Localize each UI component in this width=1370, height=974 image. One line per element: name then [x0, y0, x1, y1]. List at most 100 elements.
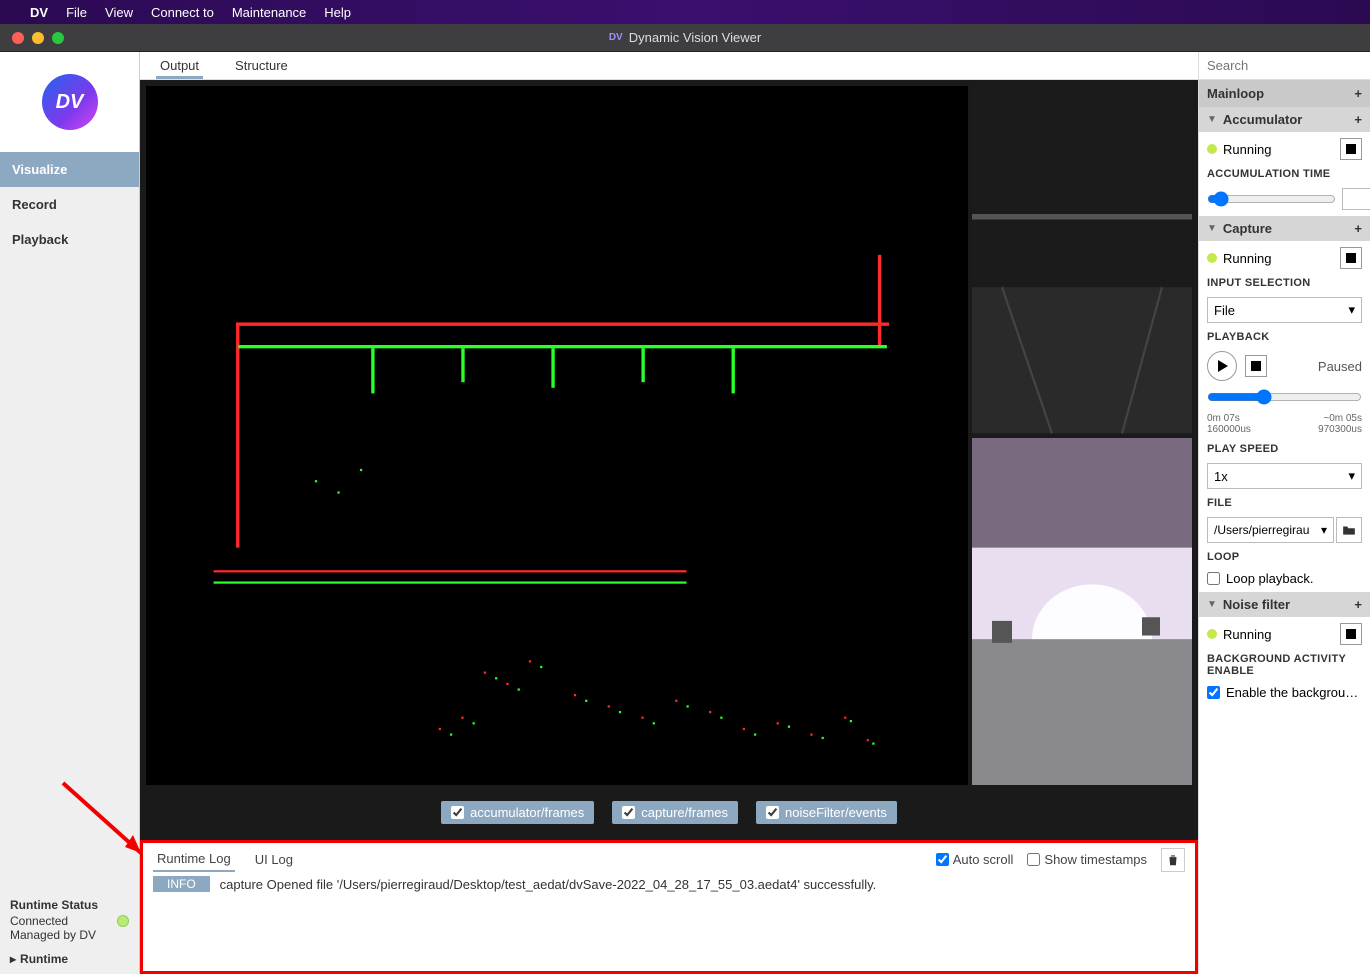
playback-slider[interactable]: [1207, 389, 1362, 405]
main-canvas-accumulator[interactable]: [146, 86, 968, 785]
running-dot-icon: [1207, 629, 1217, 639]
menu-file[interactable]: File: [66, 5, 87, 20]
menu-dv[interactable]: DV: [30, 5, 48, 20]
bg-activity-label: BACKGROUND ACTIVITY ENABLE: [1207, 653, 1362, 677]
menu-help[interactable]: Help: [324, 5, 351, 20]
minimize-window-button[interactable]: [32, 32, 44, 44]
stop-accumulator-button[interactable]: [1340, 138, 1362, 160]
window-title-text: Dynamic Vision Viewer: [629, 30, 761, 45]
window-title: DV Dynamic Vision Viewer: [609, 30, 761, 45]
dv-logo: DV: [42, 74, 98, 130]
menu-connect[interactable]: Connect to: [151, 5, 214, 20]
stop-icon: [1346, 144, 1356, 154]
show-timestamps-label: Show timestamps: [1044, 852, 1147, 867]
dropdown-value: /Users/pierregirau: [1214, 523, 1309, 537]
panel-header-noise[interactable]: ▼ Noise filter +: [1199, 592, 1370, 617]
panel-header-capture[interactable]: ▼ Capture +: [1199, 216, 1370, 241]
play-button[interactable]: [1207, 351, 1237, 381]
file-path-dropdown[interactable]: /Users/pierregirau ▾: [1207, 517, 1334, 543]
left-sidebar: DV Visualize Record Playback Runtime Sta…: [0, 52, 140, 974]
stop-icon: [1346, 629, 1356, 639]
log-message: capture Opened file '/Users/pierregiraud…: [220, 877, 877, 892]
panel-header-mainloop[interactable]: Mainloop +: [1199, 80, 1370, 107]
stream-chip-accumulator[interactable]: accumulator/frames: [441, 801, 594, 824]
loop-playback-toggle[interactable]: Loop playback.: [1207, 571, 1362, 586]
stop-playback-button[interactable]: [1245, 355, 1267, 377]
panel-title: Capture: [1223, 221, 1272, 236]
runtime-toggle[interactable]: ▸ Runtime: [10, 952, 129, 966]
tab-output[interactable]: Output: [156, 52, 203, 79]
clear-log-button[interactable]: [1161, 848, 1185, 872]
running-dot-icon: [1207, 253, 1217, 263]
stream-chip-noise[interactable]: noiseFilter/events: [756, 801, 897, 824]
play-speed-label: PLAY SPEED: [1207, 443, 1362, 455]
playback-label: PLAYBACK: [1207, 331, 1362, 343]
stream-checkbox[interactable]: [451, 806, 464, 819]
search-box: [1199, 52, 1370, 80]
chevron-right-icon: ▸: [10, 952, 16, 966]
menu-maintenance[interactable]: Maintenance: [232, 5, 306, 20]
folder-icon: [1342, 524, 1356, 536]
sidebar-item-visualize[interactable]: Visualize: [0, 152, 139, 187]
stop-noise-button[interactable]: [1340, 623, 1362, 645]
macos-menubar: DV File View Connect to Maintenance Help: [0, 0, 1370, 24]
status-text: Running: [1223, 627, 1271, 642]
panel-title: Noise filter: [1223, 597, 1290, 612]
show-timestamps-toggle[interactable]: Show timestamps: [1027, 852, 1147, 867]
plus-icon[interactable]: +: [1354, 86, 1362, 101]
bg-activity-text: Enable the backgroun…: [1226, 685, 1362, 700]
tab-structure[interactable]: Structure: [231, 52, 292, 79]
loop-text: Loop playback.: [1226, 571, 1313, 586]
search-input[interactable]: [1199, 52, 1370, 79]
stream-chip-label: accumulator/frames: [470, 805, 584, 820]
plus-icon[interactable]: +: [1354, 597, 1362, 612]
runtime-status-title: Runtime Status: [10, 898, 129, 912]
sidebar-item-record[interactable]: Record: [0, 187, 139, 222]
log-panel: Runtime Log UI Log Auto scroll Show time…: [140, 840, 1198, 974]
sidebar-item-playback[interactable]: Playback: [0, 222, 139, 257]
chevron-down-icon: ▾: [1348, 302, 1355, 318]
plus-icon[interactable]: +: [1354, 112, 1362, 127]
stream-chip-capture[interactable]: capture/frames: [612, 801, 738, 824]
close-window-button[interactable]: [12, 32, 24, 44]
rgb-preview: [972, 438, 1192, 786]
input-selection-dropdown[interactable]: File ▾: [1207, 297, 1362, 323]
loop-checkbox[interactable]: [1207, 572, 1220, 585]
accum-time-slider[interactable]: [1207, 191, 1336, 207]
auto-scroll-checkbox[interactable]: [936, 853, 949, 866]
stream-checkbox[interactable]: [766, 806, 779, 819]
properties-panel: Mainloop + ▼ Accumulator + Running ACCUM…: [1198, 52, 1370, 974]
connected-ok-icon: [117, 915, 129, 927]
chevron-down-icon: ▼: [1207, 223, 1217, 234]
auto-scroll-toggle[interactable]: Auto scroll: [936, 852, 1014, 867]
accum-time-input[interactable]: [1342, 188, 1370, 210]
stop-capture-button[interactable]: [1340, 247, 1362, 269]
plus-icon[interactable]: +: [1354, 221, 1362, 236]
auto-scroll-label: Auto scroll: [953, 852, 1014, 867]
log-entry: INFO capture Opened file '/Users/pierreg…: [143, 872, 1195, 896]
menu-view[interactable]: View: [105, 5, 133, 20]
dropdown-value: File: [1214, 303, 1235, 318]
play-speed-dropdown[interactable]: 1x ▾: [1207, 463, 1362, 489]
show-timestamps-checkbox[interactable]: [1027, 853, 1040, 866]
dv-badge-icon: DV: [609, 32, 623, 43]
log-level-badge: INFO: [153, 876, 210, 892]
stream-checkbox[interactable]: [622, 806, 635, 819]
file-label: FILE: [1207, 497, 1362, 509]
maximize-window-button[interactable]: [52, 32, 64, 44]
bg-activity-checkbox[interactable]: [1207, 686, 1220, 699]
log-tab-runtime[interactable]: Runtime Log: [153, 847, 235, 872]
browse-file-button[interactable]: [1336, 517, 1362, 543]
stream-chip-label: noiseFilter/events: [785, 805, 887, 820]
bg-activity-toggle[interactable]: Enable the backgroun…: [1207, 685, 1362, 700]
chevron-down-icon: ▾: [1348, 468, 1355, 484]
runtime-toggle-label: Runtime: [20, 952, 68, 966]
side-canvas-capture[interactable]: [972, 86, 1192, 434]
panel-header-accumulator[interactable]: ▼ Accumulator +: [1199, 107, 1370, 132]
grayscale-preview: [972, 86, 1192, 434]
loop-label: LOOP: [1207, 551, 1362, 563]
side-canvas-noise[interactable]: [972, 438, 1192, 786]
log-tab-ui[interactable]: UI Log: [251, 848, 297, 871]
capture-status: Running: [1207, 247, 1362, 269]
play-icon: [1218, 360, 1228, 372]
